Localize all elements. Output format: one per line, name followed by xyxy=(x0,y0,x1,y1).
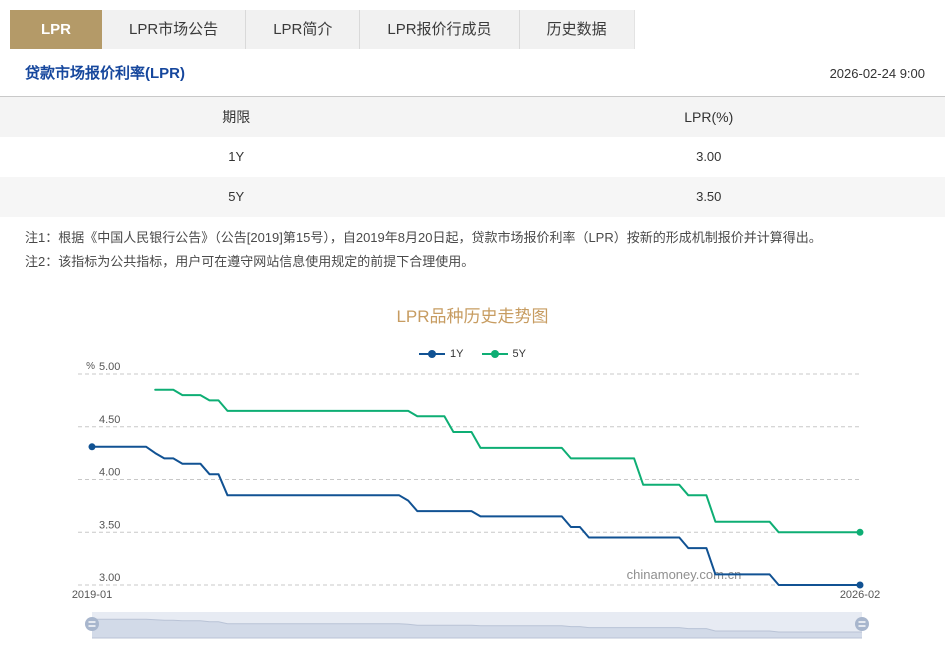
legend-item-5y[interactable]: 5Y xyxy=(482,348,526,360)
series-5y-end-dot xyxy=(857,529,864,536)
legend-item-1y[interactable]: 1Y xyxy=(419,348,463,360)
rate-cell: 3.00 xyxy=(473,137,945,177)
svg-text:3.00: 3.00 xyxy=(99,572,120,584)
svg-text:3.50: 3.50 xyxy=(99,519,120,531)
svg-text:4.00: 4.00 xyxy=(99,467,120,479)
column-header-term: 期限 xyxy=(0,97,473,137)
term-cell: 5Y xyxy=(0,177,473,217)
table-row: 5Y 3.50 xyxy=(0,177,945,217)
x-axis-labels: 2019-01 2026-02 xyxy=(72,589,880,601)
rate-cell: 3.50 xyxy=(473,177,945,217)
footnotes: 注1：根据《中国人民银行公告》（公告[2019]第15号），自2019年8月20… xyxy=(25,226,925,274)
lpr-rate-table: 期限 LPR(%) 1Y 3.00 5Y 3.50 xyxy=(0,96,945,217)
series-5y-line xyxy=(155,390,863,536)
tab-lpr[interactable]: LPR xyxy=(10,10,102,49)
legend-marker-icon xyxy=(419,349,445,359)
legend-marker-icon xyxy=(482,349,508,359)
page-title: 贷款市场报价利率(LPR) xyxy=(25,62,185,83)
chart-gridlines xyxy=(78,374,862,585)
series-1y-start-dot xyxy=(89,443,96,450)
legend-label: 1Y xyxy=(450,348,463,360)
svg-text:2019-01: 2019-01 xyxy=(72,589,112,601)
slider-handle-left[interactable] xyxy=(85,617,99,631)
y-axis-unit: % xyxy=(86,361,95,372)
column-header-lpr: LPR(%) xyxy=(473,97,945,137)
tab-lpr-panel-members[interactable]: LPR报价行成员 xyxy=(360,10,519,49)
lpr-page: { "tabs": [ { "label": "LPR", "active": … xyxy=(0,0,945,663)
tab-lpr-market-notice[interactable]: LPR市场公告 xyxy=(102,10,246,49)
datazoom-slider[interactable] xyxy=(85,612,869,638)
tab-historical-data[interactable]: 历史数据 xyxy=(520,10,635,49)
quote-datetime: 2026-02-24 9:00 xyxy=(830,66,925,81)
series-1y-end-dot xyxy=(857,582,864,589)
series-1y-line xyxy=(89,443,864,588)
note-1: 注1：根据《中国人民银行公告》（公告[2019]第15号），自2019年8月20… xyxy=(25,226,925,250)
term-cell: 1Y xyxy=(0,137,473,177)
lpr-history-chart[interactable]: %5.004.504.003.503.002019-012026-02china… xyxy=(0,360,945,663)
table-row: 1Y 3.00 xyxy=(0,137,945,177)
chart-title: LPR品种历史走势图 xyxy=(0,302,945,327)
top-tabbar: LPR LPR市场公告 LPR简介 LPR报价行成员 历史数据 xyxy=(10,10,635,49)
note-2: 注2：该指标为公共指标，用户可在遵守网站信息使用规定的前提下合理使用。 xyxy=(25,250,925,274)
y-axis-labels: % 5.00 4.50 4.00 3.50 3.00 xyxy=(86,361,120,584)
table-header-row: 期限 LPR(%) xyxy=(0,97,945,137)
legend-label: 5Y xyxy=(513,348,526,360)
svg-text:2026-02: 2026-02 xyxy=(840,589,880,601)
page-header: 贷款市场报价利率(LPR) 2026-02-24 9:00 xyxy=(25,62,925,83)
svg-text:4.50: 4.50 xyxy=(99,414,120,426)
svg-text:5.00: 5.00 xyxy=(99,361,120,373)
tab-lpr-intro[interactable]: LPR简介 xyxy=(246,10,360,49)
slider-handle-right[interactable] xyxy=(855,617,869,631)
chart-legend: 1Y 5Y xyxy=(0,348,945,360)
